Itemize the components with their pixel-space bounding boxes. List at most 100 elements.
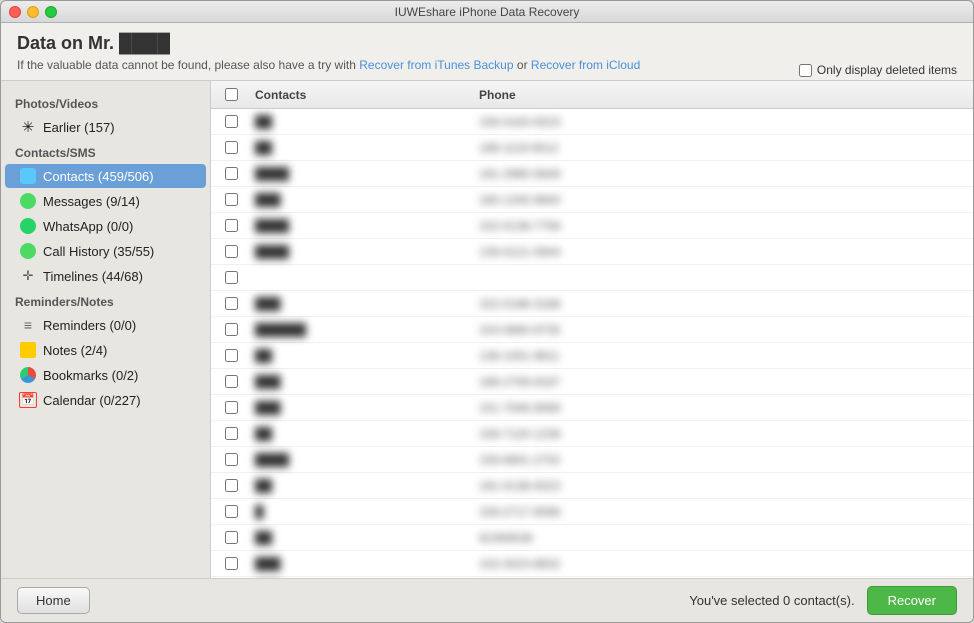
col-header-contacts: Contacts — [251, 88, 471, 102]
table-row[interactable] — [211, 265, 973, 291]
contact-phone: 159-2717-9096 — [471, 505, 973, 519]
sidebar: Photos/Videos ✳ Earlier (157) Contacts/S… — [1, 81, 211, 578]
row-checkbox[interactable] — [225, 323, 238, 336]
selection-status: You've selected 0 contact(s). — [689, 593, 854, 608]
icloud-link[interactable]: Recover from iCloud — [531, 58, 640, 72]
table-row[interactable]: ██████153-0860-9735 — [211, 317, 973, 343]
window-title: IUWEshare iPhone Data Recovery — [395, 5, 580, 19]
recover-button[interactable]: Recover — [867, 586, 957, 615]
contact-phone: 188-1119-9012 — [471, 141, 973, 155]
table-row[interactable]: ████159-6801-2702 — [211, 447, 973, 473]
row-checkbox[interactable] — [225, 453, 238, 466]
table-row[interactable]: ███153-3023-8832 — [211, 551, 973, 577]
sidebar-item-earlier[interactable]: ✳ Earlier (157) — [5, 115, 206, 139]
display-options: Only display deleted items — [799, 63, 957, 77]
reminders-label: Reminders (0/0) — [43, 318, 136, 333]
sidebar-item-contacts[interactable]: Contacts (459/506) — [5, 164, 206, 188]
row-checkbox[interactable] — [225, 531, 238, 544]
row-checkbox[interactable] — [225, 193, 238, 206]
subtitle-text: If the valuable data cannot be found, pl… — [17, 58, 356, 72]
row-checkbox-cell — [211, 401, 251, 414]
table-row[interactable]: ██62369538 — [211, 525, 973, 551]
bookmarks-icon — [19, 366, 37, 384]
whatsapp-label: WhatsApp (0/0) — [43, 219, 133, 234]
row-checkbox[interactable] — [225, 115, 238, 128]
close-button[interactable] — [9, 6, 21, 18]
contact-name: ███ — [251, 297, 471, 311]
contact-name: ██ — [251, 531, 471, 545]
row-checkbox-cell — [211, 245, 251, 258]
contact-name: ████ — [251, 453, 471, 467]
table-row[interactable]: ██181-0138-9323 — [211, 473, 973, 499]
only-deleted-checkbox[interactable] — [799, 64, 812, 77]
select-all-checkbox[interactable] — [225, 88, 238, 101]
table-row[interactable]: ████181-2980-5849 — [211, 161, 973, 187]
table-row[interactable]: ██156-0163-5523 — [211, 109, 973, 135]
row-checkbox[interactable] — [225, 245, 238, 258]
contact-name: ████ — [251, 245, 471, 259]
minimize-button[interactable] — [27, 6, 39, 18]
sidebar-item-timelines[interactable]: ✛ Timelines (44/68) — [5, 264, 206, 288]
row-checkbox-cell — [211, 453, 251, 466]
sidebar-item-callhistory[interactable]: Call History (35/55) — [5, 239, 206, 263]
row-checkbox[interactable] — [225, 375, 238, 388]
only-deleted-label[interactable]: Only display deleted items — [799, 63, 957, 77]
sidebar-item-messages[interactable]: Messages (9/14) — [5, 189, 206, 213]
messages-icon — [19, 192, 37, 210]
contact-phone: 158-7120-1238 — [471, 427, 973, 441]
table-row[interactable]: ████139-0121-0944 — [211, 239, 973, 265]
row-checkbox[interactable] — [225, 427, 238, 440]
table-row[interactable]: ███151-7006-9069 — [211, 395, 973, 421]
col-header-phone: Phone — [471, 88, 973, 102]
fullscreen-button[interactable] — [45, 6, 57, 18]
sidebar-item-notes[interactable]: Notes (2/4) — [5, 338, 206, 362]
row-checkbox[interactable] — [225, 349, 238, 362]
contact-name: ███ — [251, 193, 471, 207]
table-row[interactable]: █159-2717-9096 — [211, 499, 973, 525]
table-row[interactable]: ███180-1200-9840 — [211, 187, 973, 213]
contact-name: ██ — [251, 349, 471, 363]
row-checkbox[interactable] — [225, 297, 238, 310]
footer-right: You've selected 0 contact(s). Recover — [689, 586, 957, 615]
reminders-icon: ≡ — [19, 316, 37, 334]
titlebar: IUWEshare iPhone Data Recovery — [1, 1, 973, 23]
sidebar-item-reminders[interactable]: ≡ Reminders (0/0) — [5, 313, 206, 337]
table-body: ██156-0163-5523██188-1119-9012████181-29… — [211, 109, 973, 578]
notes-icon — [19, 341, 37, 359]
or-text: or — [517, 58, 531, 72]
row-checkbox-cell — [211, 479, 251, 492]
itunes-backup-link[interactable]: Recover from iTunes Backup — [359, 58, 513, 72]
table-row[interactable]: ███152-0198-3188 — [211, 291, 973, 317]
contact-phone: 152-0138-7758 — [471, 219, 973, 233]
sidebar-section-photos: Photos/Videos — [1, 91, 210, 114]
row-checkbox-cell — [211, 427, 251, 440]
table-row[interactable]: ██138-1001-9811 — [211, 343, 973, 369]
table-row[interactable]: ██188-1119-9012 — [211, 135, 973, 161]
home-button[interactable]: Home — [17, 587, 90, 614]
table-row[interactable]: ████152-0138-7758 — [211, 213, 973, 239]
row-checkbox[interactable] — [225, 479, 238, 492]
row-checkbox-cell — [211, 349, 251, 362]
row-checkbox[interactable] — [225, 219, 238, 232]
row-checkbox[interactable] — [225, 401, 238, 414]
row-checkbox[interactable] — [225, 271, 238, 284]
contact-name: ██ — [251, 115, 471, 129]
sidebar-item-whatsapp[interactable]: WhatsApp (0/0) — [5, 214, 206, 238]
photos-icon: ✳ — [19, 118, 37, 136]
row-checkbox[interactable] — [225, 167, 238, 180]
row-checkbox[interactable] — [225, 505, 238, 518]
row-checkbox[interactable] — [225, 557, 238, 570]
callhistory-label: Call History (35/55) — [43, 244, 154, 259]
sidebar-item-bookmarks[interactable]: Bookmarks (0/2) — [5, 363, 206, 387]
table-row[interactable]: ██158-7120-1238 — [211, 421, 973, 447]
bookmarks-label: Bookmarks (0/2) — [43, 368, 138, 383]
call-icon — [19, 242, 37, 260]
row-checkbox[interactable] — [225, 141, 238, 154]
contact-name: ██████ — [251, 323, 471, 337]
table-row[interactable]: ███188-2709-9187 — [211, 369, 973, 395]
contact-name: ██ — [251, 479, 471, 493]
calendar-icon: 📅 — [19, 391, 37, 409]
sidebar-section-contacts: Contacts/SMS — [1, 140, 210, 163]
table-header: Contacts Phone — [211, 81, 973, 109]
sidebar-item-calendar[interactable]: 📅 Calendar (0/227) — [5, 388, 206, 412]
